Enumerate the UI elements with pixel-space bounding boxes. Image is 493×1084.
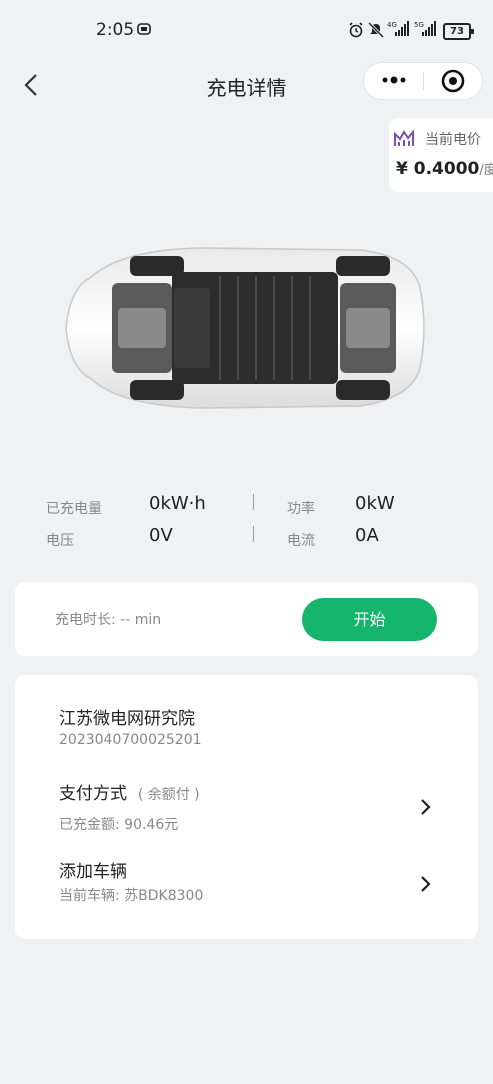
capsule-divider (423, 72, 424, 90)
voltage-value: 0V (149, 525, 173, 546)
signal-4g-icon: 4G (387, 20, 411, 42)
signal-5g-icon: 5G (414, 20, 438, 42)
current-vehicle: 当前车辆: 苏BDK8300 (59, 888, 204, 904)
close-mini-program-icon[interactable] (441, 69, 465, 93)
charged-energy-label: 已充电量 (46, 501, 102, 517)
stats-divider (253, 494, 254, 510)
charged-energy-value: 0kW·h (149, 493, 206, 514)
price-amount: ¥ 0.4000 (396, 159, 480, 179)
nav-bar: 充电详情 (0, 62, 493, 108)
power-value: 0kW (355, 493, 395, 514)
voltage-label: 电压 (46, 533, 74, 549)
chevron-right-icon (417, 797, 433, 817)
status-bar: 2:05 4G 5G 73 (0, 0, 493, 62)
start-charging-button[interactable]: 开始 (302, 598, 437, 641)
chevron-right-icon (417, 874, 433, 894)
alarm-icon (348, 22, 364, 42)
station-name: 江苏微电网研究院 (59, 709, 195, 729)
electricity-price-card: 当前电价 ¥ 0.4000/度 (389, 118, 493, 192)
current-value: 0A (355, 525, 379, 546)
car-chassis-illustration (60, 238, 430, 418)
price-value: ¥ 0.4000/度 (396, 159, 493, 179)
charging-duration-card: 充电时长: -- min 开始 (15, 582, 478, 656)
mute-icon (367, 21, 385, 42)
payment-method-type: ( 余额付 ) (137, 787, 200, 803)
charging-stats: 已充电量 0kW·h 功率 0kW 电压 0V 电流 0A (0, 488, 493, 549)
status-time: 2:05 (96, 20, 135, 40)
svg-text:5G: 5G (414, 21, 424, 29)
station-id: 2023040700025201 (59, 732, 202, 748)
battery-icon: 73 (443, 23, 474, 40)
payment-method: 支付方式 ( 余额付 ) (59, 779, 200, 804)
power-label: 功率 (287, 501, 315, 517)
add-vehicle-title: 添加车辆 (59, 862, 127, 882)
order-info-card: 江苏微电网研究院 2023040700025201 支付方式 ( 余额付 ) 已… (15, 675, 478, 939)
price-chart-icon (393, 128, 415, 148)
price-label: 当前电价 (425, 132, 481, 148)
price-unit: /度 (479, 163, 493, 178)
notification-icon (137, 22, 151, 40)
mini-program-capsule (363, 62, 483, 100)
more-icon[interactable] (380, 69, 408, 91)
svg-text:4G: 4G (387, 21, 397, 29)
charging-duration: 充电时长: -- min (55, 612, 162, 628)
stats-divider (253, 526, 254, 542)
charged-amount: 已充金额: 90.46元 (59, 817, 179, 833)
current-label: 电流 (287, 533, 315, 549)
payment-method-title: 支付方式 (59, 784, 127, 804)
